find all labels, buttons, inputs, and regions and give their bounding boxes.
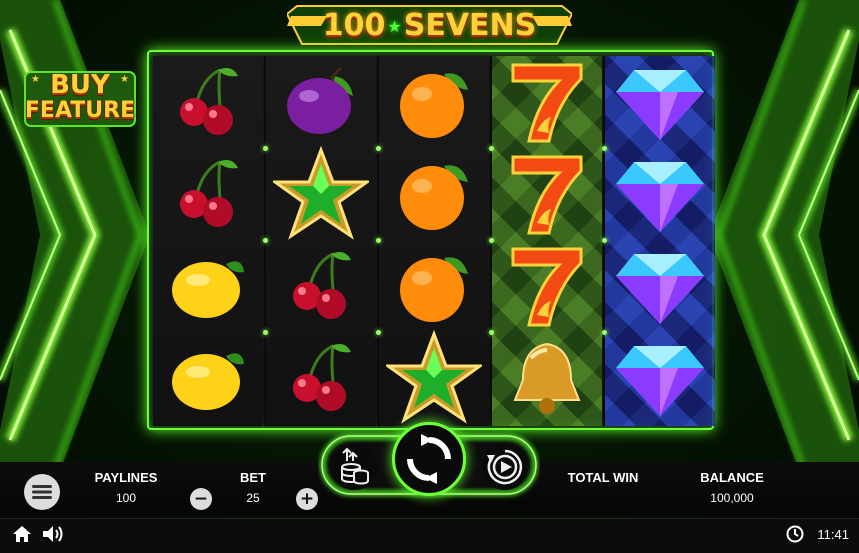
reel-separator-light bbox=[601, 330, 607, 335]
autoplay-icon bbox=[487, 449, 523, 485]
diamond-symbol bbox=[605, 56, 715, 148]
orange-symbol bbox=[379, 56, 489, 148]
total-win-display: TOTAL WIN bbox=[566, 470, 640, 491]
bell-symbol bbox=[492, 332, 602, 424]
reel-5 bbox=[605, 56, 715, 426]
sound-icon bbox=[43, 526, 63, 542]
home-icon bbox=[13, 526, 31, 542]
game-logo: 100 ★SEVENS bbox=[287, 4, 572, 46]
reel-3 bbox=[379, 56, 489, 426]
sound-button[interactable] bbox=[42, 525, 64, 548]
status-bar bbox=[0, 518, 859, 553]
bet-increase-button[interactable]: + bbox=[296, 488, 318, 510]
balance-label: BALANCE bbox=[700, 470, 764, 485]
buy-feature-line2: FEATURE bbox=[24, 98, 136, 123]
balance-value: 100,000 bbox=[710, 491, 754, 505]
lemon-symbol bbox=[153, 332, 263, 424]
paylines-display: PAYLINES 100 bbox=[92, 470, 160, 505]
balance-display: BALANCE 100,000 bbox=[698, 470, 766, 505]
home-button[interactable] bbox=[12, 525, 32, 548]
svg-text:★: ★ bbox=[31, 74, 40, 85]
diamond-symbol bbox=[605, 148, 715, 240]
reel-4 bbox=[492, 56, 602, 426]
bet-label: BET bbox=[240, 470, 266, 485]
diamond-symbol bbox=[605, 240, 715, 332]
bet-decrease-button[interactable]: − bbox=[190, 488, 212, 510]
cherry-symbol bbox=[266, 332, 376, 424]
lemon-symbol bbox=[153, 240, 263, 332]
reel-separator-light bbox=[375, 146, 381, 151]
reel-separator-light bbox=[601, 146, 607, 151]
game-title: 100 ★SEVENS bbox=[323, 8, 537, 43]
seven-symbol bbox=[492, 148, 602, 240]
stake-button[interactable] bbox=[331, 444, 377, 490]
seven-symbol bbox=[492, 240, 602, 332]
autoplay-button[interactable] bbox=[482, 444, 528, 490]
reels-area bbox=[147, 50, 715, 430]
seven-symbol bbox=[492, 56, 602, 148]
plus-icon: + bbox=[299, 488, 315, 509]
reel-separator-light bbox=[262, 330, 268, 335]
reel-separator-light bbox=[375, 330, 381, 335]
reel-separator-light bbox=[601, 238, 607, 243]
reel-2 bbox=[266, 56, 376, 426]
cherry-symbol bbox=[266, 240, 376, 332]
title-star-icon: ★ bbox=[387, 16, 402, 36]
reel-1 bbox=[153, 56, 263, 426]
reel-separator-light bbox=[375, 238, 381, 243]
paylines-label: PAYLINES bbox=[94, 470, 158, 485]
buy-feature-line1: BUY bbox=[50, 70, 110, 100]
cherry-symbol bbox=[153, 56, 263, 148]
title-number: 100 bbox=[322, 7, 386, 43]
reel-separator-light bbox=[488, 146, 494, 151]
bet-value: 25 bbox=[246, 491, 260, 505]
clock-time: 11:41 bbox=[817, 527, 849, 542]
orange-symbol bbox=[379, 148, 489, 240]
minus-icon: − bbox=[193, 488, 209, 509]
spin-icon bbox=[407, 434, 451, 484]
clock-icon bbox=[786, 525, 804, 548]
reel-separator-light bbox=[488, 238, 494, 243]
diamond-symbol bbox=[605, 332, 715, 424]
coin-stack-icon bbox=[341, 447, 369, 485]
title-word: SEVENS bbox=[403, 7, 537, 43]
right-chevron-decoration bbox=[709, 0, 859, 470]
cherry-symbol bbox=[153, 148, 263, 240]
orange-symbol bbox=[379, 240, 489, 332]
star-symbol bbox=[379, 330, 489, 424]
reel-separator-light bbox=[262, 146, 268, 151]
total-win-label: TOTAL WIN bbox=[567, 470, 639, 485]
star-symbol bbox=[266, 146, 376, 240]
buy-feature-button[interactable]: ★ ★ BUY FEATURE bbox=[22, 66, 138, 130]
plum-symbol bbox=[266, 56, 376, 148]
game-stage: 100 ★SEVENS ★ ★ BUY FEATURE PAYLINES 100… bbox=[0, 0, 859, 553]
spin-button[interactable] bbox=[392, 422, 466, 496]
menu-icon bbox=[32, 485, 52, 499]
svg-text:★: ★ bbox=[120, 74, 129, 85]
paylines-value: 100 bbox=[115, 491, 137, 505]
reel-separator-light bbox=[262, 238, 268, 243]
reel-separator-light bbox=[488, 330, 494, 335]
bet-display: BET 25 bbox=[228, 470, 278, 505]
menu-button[interactable] bbox=[24, 474, 60, 510]
